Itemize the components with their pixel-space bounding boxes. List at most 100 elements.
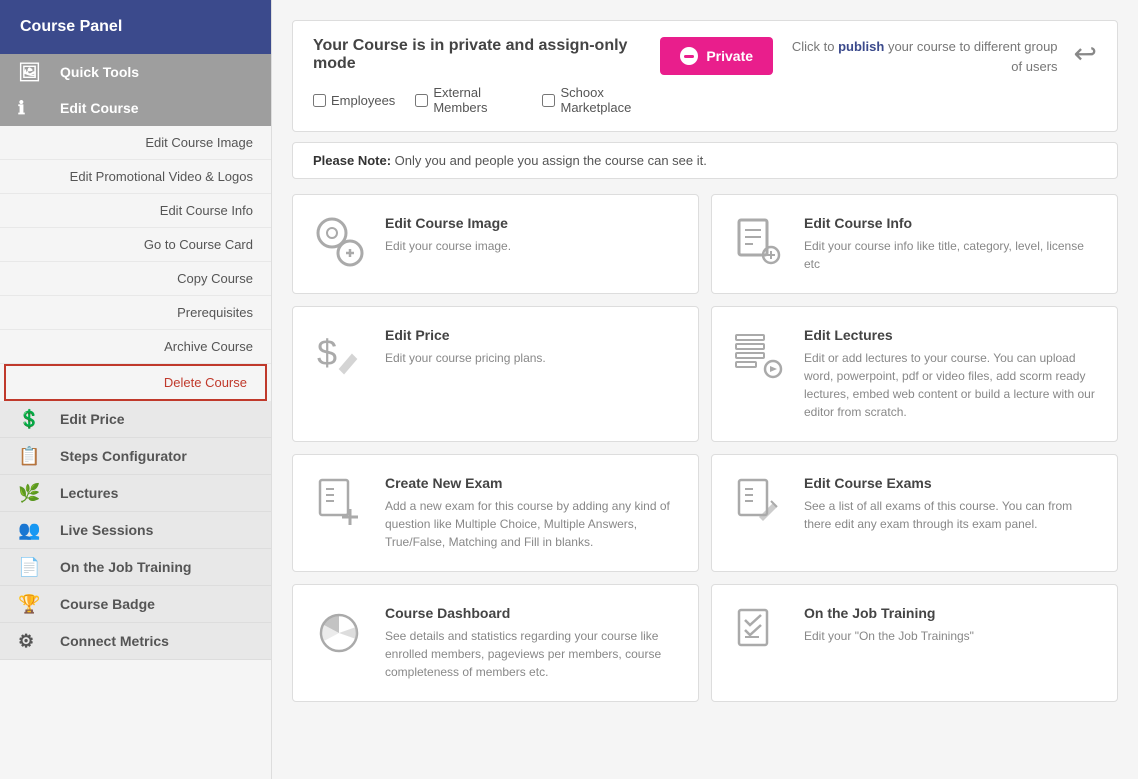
private-icon [680, 47, 698, 65]
checkbox-external-members[interactable]: External Members [415, 85, 522, 115]
connect-metrics-label: Connect Metrics [60, 633, 169, 649]
top-bar: Your Course is in private and assign-onl… [292, 20, 1118, 132]
sidebar-nav-course-badge[interactable]: 🏆 Course Badge [0, 586, 271, 623]
card-edit-lectures-icon [728, 327, 788, 382]
top-bar-right: Private Click to publish your course to … [660, 37, 1097, 76]
note-text: Only you and people you assign the cours… [395, 153, 707, 168]
private-button-label: Private [706, 48, 753, 64]
checkbox-employees-input[interactable] [313, 94, 326, 107]
card-edit-course-exams-title: Edit Course Exams [804, 475, 1101, 491]
card-edit-price-desc: Edit your course pricing plans. [385, 349, 546, 367]
card-edit-lectures[interactable]: Edit Lectures Edit or add lectures to yo… [711, 306, 1118, 442]
sidebar-nav-edit-price[interactable]: 💲 Edit Price [0, 401, 271, 438]
card-create-new-exam[interactable]: Create New Exam Add a new exam for this … [292, 454, 699, 572]
curved-arrow-icon: ↩ [1074, 37, 1097, 70]
card-on-the-job-training-icon [728, 605, 788, 660]
card-edit-course-exams-desc: See a list of all exams of this course. … [804, 497, 1101, 533]
steps-configurator-icon: 📋 [18, 446, 40, 467]
sidebar-section-edit-course[interactable]: ℹ Edit Course [0, 90, 271, 126]
card-edit-lectures-content: Edit Lectures Edit or add lectures to yo… [804, 327, 1101, 421]
card-on-the-job-training-desc: Edit your "On the Job Trainings" [804, 627, 974, 645]
checkbox-external-members-label: External Members [433, 85, 522, 115]
sidebar-nav-steps-configurator[interactable]: 📋 Steps Configurator [0, 438, 271, 475]
sidebar-link-edit-course-image[interactable]: Edit Course Image [0, 126, 271, 160]
sidebar-nav-connect-metrics[interactable]: ⚙ Connect Metrics [0, 623, 271, 660]
card-edit-course-info-icon [728, 215, 788, 270]
publish-link[interactable]: publish [838, 39, 884, 54]
top-bar-left: Your Course is in private and assign-onl… [313, 37, 660, 115]
card-course-dashboard-icon [309, 605, 369, 660]
sidebar-nav-lectures[interactable]: 🌿 Lectures [0, 475, 271, 512]
note-bold: Please Note: [313, 153, 391, 168]
course-badge-icon: 🏆 [18, 594, 40, 615]
checkbox-schoox-marketplace-input[interactable] [542, 94, 555, 107]
card-edit-course-image-content: Edit Course Image Edit your course image… [385, 215, 511, 255]
sidebar: Course Panel 🖼 Quick Tools ℹ Edit Course… [0, 0, 272, 779]
card-on-the-job-training-title: On the Job Training [804, 605, 974, 621]
card-edit-course-exams-icon [728, 475, 788, 530]
card-edit-course-info[interactable]: Edit Course Info Edit your course info l… [711, 194, 1118, 294]
card-edit-course-image[interactable]: Edit Course Image Edit your course image… [292, 194, 699, 294]
card-edit-course-exams[interactable]: Edit Course Exams See a list of all exam… [711, 454, 1118, 572]
lectures-icon: 🌿 [18, 483, 40, 504]
card-edit-course-exams-content: Edit Course Exams See a list of all exam… [804, 475, 1101, 533]
card-create-new-exam-content: Create New Exam Add a new exam for this … [385, 475, 682, 551]
card-course-dashboard-content: Course Dashboard See details and statist… [385, 605, 682, 681]
publish-hint: Click to publish your course to differen… [785, 37, 1057, 76]
edit-price-icon: 💲 [18, 409, 40, 430]
sidebar-link-edit-promo[interactable]: Edit Promotional Video & Logos [0, 160, 271, 194]
card-edit-lectures-desc: Edit or add lectures to your course. You… [804, 349, 1101, 421]
sidebar-link-edit-course-info[interactable]: Edit Course Info [0, 194, 271, 228]
sidebar-nav-on-job-training[interactable]: 📄 On the Job Training [0, 549, 271, 586]
checkbox-schoox-marketplace-label: Schoox Marketplace [560, 85, 660, 115]
edit-course-icon: ℹ [18, 98, 25, 119]
card-edit-price[interactable]: $ Edit Price Edit your course pricing pl… [292, 306, 699, 442]
card-edit-price-content: Edit Price Edit your course pricing plan… [385, 327, 546, 367]
main-content: Your Course is in private and assign-onl… [272, 0, 1138, 779]
sidebar-title: Course Panel [0, 0, 271, 54]
publish-hint-text: Click to publish your course to differen… [785, 37, 1057, 76]
card-edit-price-title: Edit Price [385, 327, 546, 343]
checkbox-schoox-marketplace[interactable]: Schoox Marketplace [542, 85, 660, 115]
edit-course-label: Edit Course [60, 100, 139, 116]
note-bar: Please Note: Only you and people you ass… [292, 142, 1118, 179]
card-create-new-exam-title: Create New Exam [385, 475, 682, 491]
card-edit-course-image-icon [309, 215, 369, 270]
sidebar-link-delete-course[interactable]: Delete Course [4, 364, 267, 401]
card-course-dashboard-desc: See details and statistics regarding you… [385, 627, 682, 681]
sidebar-link-go-to-course-card[interactable]: Go to Course Card [0, 228, 271, 262]
quick-tools-label: Quick Tools [60, 64, 139, 80]
connect-metrics-icon: ⚙ [18, 631, 34, 652]
live-sessions-icon: 👥 [18, 520, 40, 541]
card-edit-course-info-content: Edit Course Info Edit your course info l… [804, 215, 1101, 273]
quick-tools-icon: 🖼 [18, 62, 41, 83]
sidebar-link-prerequisites[interactable]: Prerequisites [0, 296, 271, 330]
sidebar-section-quick-tools[interactable]: 🖼 Quick Tools [0, 54, 271, 90]
card-on-the-job-training[interactable]: On the Job Training Edit your "On the Jo… [711, 584, 1118, 702]
private-mode-heading: Your Course is in private and assign-onl… [313, 37, 660, 73]
svg-text:$: $ [317, 332, 337, 373]
card-edit-lectures-title: Edit Lectures [804, 327, 1101, 343]
sidebar-link-copy-course[interactable]: Copy Course [0, 262, 271, 296]
live-sessions-label: Live Sessions [60, 522, 153, 538]
card-edit-course-info-desc: Edit your course info like title, catego… [804, 237, 1101, 273]
card-course-dashboard-title: Course Dashboard [385, 605, 682, 621]
checkbox-employees-label: Employees [331, 93, 395, 108]
on-job-training-label: On the Job Training [60, 559, 191, 575]
card-course-dashboard[interactable]: Course Dashboard See details and statist… [292, 584, 699, 702]
card-edit-price-icon: $ [309, 327, 369, 382]
cards-grid: Edit Course Image Edit your course image… [292, 194, 1118, 702]
checkbox-external-members-input[interactable] [415, 94, 428, 107]
private-button[interactable]: Private [660, 37, 773, 75]
card-create-new-exam-icon [309, 475, 369, 530]
sidebar-link-archive-course[interactable]: Archive Course [0, 330, 271, 364]
steps-configurator-label: Steps Configurator [60, 448, 187, 464]
course-badge-label: Course Badge [60, 596, 155, 612]
sidebar-nav-live-sessions[interactable]: 👥 Live Sessions [0, 512, 271, 549]
checkboxes-container: Employees External Members Schoox Market… [313, 85, 660, 115]
card-create-new-exam-desc: Add a new exam for this course by adding… [385, 497, 682, 551]
card-edit-course-image-desc: Edit your course image. [385, 237, 511, 255]
checkbox-employees[interactable]: Employees [313, 93, 395, 108]
card-edit-course-image-title: Edit Course Image [385, 215, 511, 231]
edit-price-label: Edit Price [60, 411, 125, 427]
